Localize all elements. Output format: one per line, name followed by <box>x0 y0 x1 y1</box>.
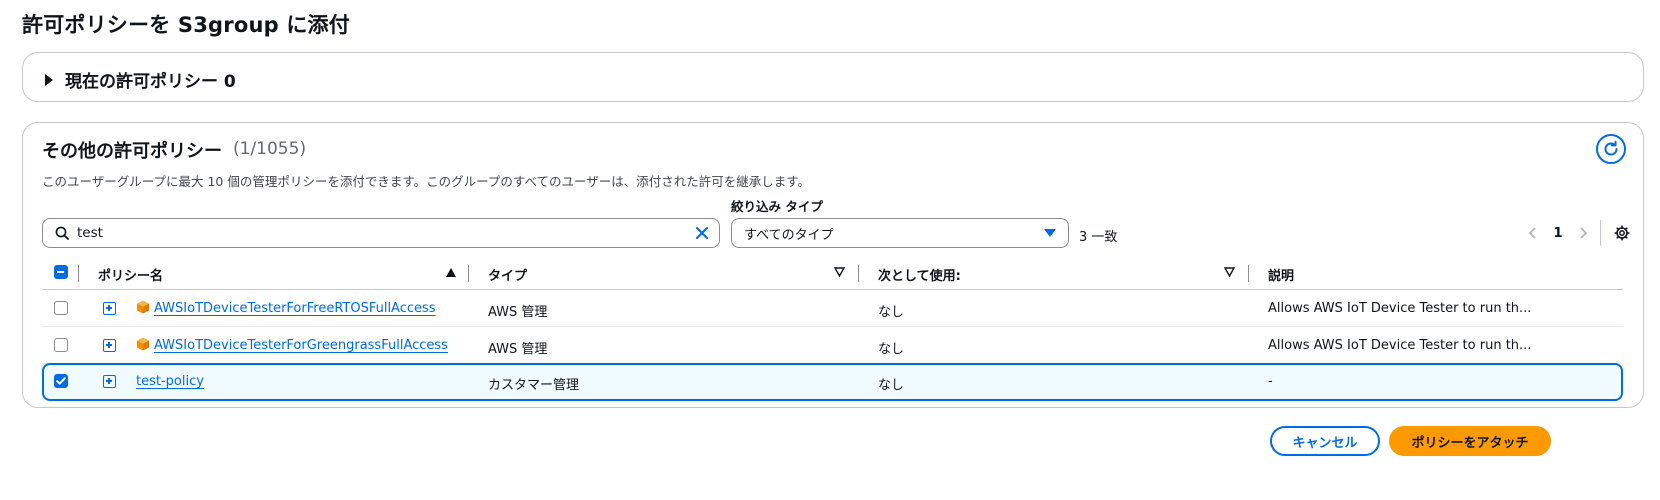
row-type: AWS 管理 <box>488 305 548 320</box>
row-used-as: なし <box>878 342 905 357</box>
row-checkbox[interactable] <box>54 338 68 352</box>
column-divider[interactable] <box>468 265 469 282</box>
pager-divider <box>1600 220 1601 246</box>
table-row[interactable]: AWSIoTDeviceTesterForGreengrassFullAcces… <box>42 327 1623 364</box>
page-number[interactable]: 1 <box>1544 226 1572 241</box>
current-policies-panel: 現在の許可ポリシー 0 <box>22 52 1644 102</box>
row-type: AWS 管理 <box>488 342 548 357</box>
caret-right-icon <box>45 74 53 86</box>
policy-link[interactable]: test-policy <box>136 374 204 389</box>
clear-search-icon[interactable] <box>693 224 711 242</box>
page-title: 許可ポリシーを S3group に添付 <box>22 13 350 37</box>
column-divider[interactable] <box>858 265 859 282</box>
row-name-cell: AWSIoTDeviceTesterForFreeRTOSFullAccess <box>154 301 436 316</box>
match-count: 3 一致 <box>1079 230 1118 245</box>
row-description: Allows AWS IoT Device Tester to run th..… <box>1268 301 1532 316</box>
row-description: - <box>1268 374 1273 389</box>
sort-icon[interactable] <box>1224 267 1235 277</box>
cancel-button[interactable]: キャンセル <box>1270 426 1380 456</box>
filter-type-label: 絞り込み タイプ <box>731 199 823 214</box>
current-policies-label: 現在の許可ポリシー 0 <box>65 72 236 92</box>
column-divider <box>78 265 79 282</box>
preferences-button[interactable] <box>1611 222 1633 244</box>
column-header-used-as[interactable]: 次として使用: <box>878 265 961 284</box>
previous-page-button[interactable] <box>1522 220 1544 246</box>
next-page-button[interactable] <box>1572 220 1594 246</box>
search-icon <box>55 226 69 240</box>
attach-policy-button[interactable]: ポリシーをアタッチ <box>1389 426 1551 456</box>
refresh-button[interactable] <box>1596 134 1626 164</box>
chevron-left-icon <box>1528 227 1536 239</box>
sort-icon[interactable] <box>834 267 845 277</box>
row-name-cell: AWSIoTDeviceTesterForGreengrassFullAcces… <box>154 338 448 353</box>
caret-down-icon <box>1044 229 1056 237</box>
search-field <box>42 218 720 248</box>
row-used-as: なし <box>878 305 905 320</box>
expand-icon[interactable] <box>103 375 116 388</box>
sort-ascending-icon[interactable] <box>446 268 456 277</box>
expand-icon[interactable] <box>103 302 116 315</box>
refresh-icon <box>1604 140 1618 156</box>
other-policies-panel: その他の許可ポリシー (1/1055) このユーザーグループに最大 10 個の管… <box>22 122 1644 408</box>
chevron-right-icon <box>1580 227 1588 239</box>
other-policies-description: このユーザーグループに最大 10 個の管理ポリシーを添付できます。このグループの… <box>42 174 810 189</box>
current-policies-toggle[interactable]: 現在の許可ポリシー 0 <box>45 67 236 92</box>
other-policies-title: その他の許可ポリシー <box>42 141 222 162</box>
filter-type-value: すべてのタイプ <box>744 227 834 243</box>
select-all-checkbox[interactable] <box>54 265 68 279</box>
column-header-name[interactable]: ポリシー名 <box>98 265 163 284</box>
policies-table: ポリシー名 タイプ 次として使用: 説明 AWSIoTDeviceTesterF… <box>42 256 1623 401</box>
policy-link[interactable]: AWSIoTDeviceTesterForGreengrassFullAcces… <box>154 338 448 353</box>
table-row[interactable]: AWSIoTDeviceTesterForFreeRTOSFullAccess … <box>42 290 1623 327</box>
other-policies-count: (1/1055) <box>233 139 307 159</box>
column-header-type[interactable]: タイプ <box>488 265 527 284</box>
column-divider[interactable] <box>1248 265 1249 282</box>
expand-icon[interactable] <box>103 339 116 352</box>
table-header: ポリシー名 タイプ 次として使用: 説明 <box>42 256 1623 290</box>
row-type: カスタマー管理 <box>488 378 580 393</box>
column-header-description: 説明 <box>1268 269 1295 284</box>
gear-icon <box>1614 225 1630 241</box>
filter-type-select[interactable]: すべてのタイプ <box>731 218 1069 248</box>
row-name-cell: test-policy <box>136 374 204 389</box>
policy-link[interactable]: AWSIoTDeviceTesterForFreeRTOSFullAccess <box>154 301 436 316</box>
aws-managed-icon <box>137 300 149 314</box>
row-description: Allows AWS IoT Device Tester to run th..… <box>1268 338 1532 353</box>
search-input[interactable] <box>77 225 677 241</box>
checkmark-icon <box>56 377 66 385</box>
row-checkbox-checked[interactable] <box>54 374 68 388</box>
row-checkbox[interactable] <box>54 301 68 315</box>
pagination: 1 <box>1522 220 1633 246</box>
aws-managed-icon <box>137 337 149 351</box>
row-used-as: なし <box>878 378 905 393</box>
table-row-selected[interactable]: test-policy カスタマー管理 なし - <box>42 363 1623 401</box>
